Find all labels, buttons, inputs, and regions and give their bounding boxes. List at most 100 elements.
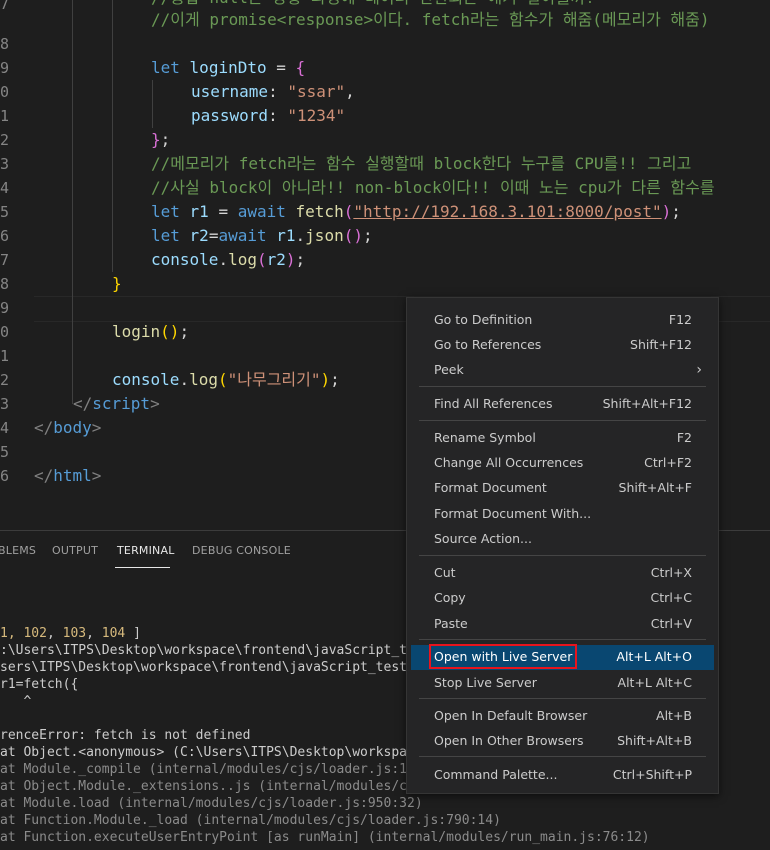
function-name: log: [228, 250, 257, 269]
menu-item-cut[interactable]: Cut Ctrl+X: [411, 561, 714, 586]
dot: .: [218, 250, 229, 269]
menu-item-label: Copy: [434, 590, 466, 605]
terminal-line: at Object.Module._extensions..js (intern…: [0, 779, 454, 794]
keyword: await: [218, 226, 267, 245]
tag-bracket: >: [91, 418, 102, 437]
terminal-line: at Object.<anonymous> (C:\Users\ITPS\Des…: [0, 745, 454, 760]
menu-item-label: Find All References: [434, 396, 553, 411]
semicolon: ;: [295, 250, 306, 269]
semicolon: ;: [330, 370, 340, 389]
menu-item-stop-live-server[interactable]: Stop Live Server Alt+L Alt+C: [411, 671, 714, 696]
menu-item-open-in-other-browsers[interactable]: Open In Other Browsers Shift+Alt+B: [411, 729, 714, 754]
line-number: 6: [0, 467, 9, 485]
paren: (: [256, 250, 267, 269]
semicolon: ;: [179, 322, 190, 341]
menu-item-command-palette[interactable]: Command Palette... Ctrl+Shift+P: [411, 763, 714, 788]
menu-item-label: Cut: [434, 565, 456, 580]
menu-item-label: Go to Definition: [434, 312, 533, 327]
tag-bracket: </: [73, 394, 93, 413]
variable: console: [151, 250, 219, 269]
menu-item-shortcut: Ctrl+C: [650, 590, 692, 605]
tab-output[interactable]: OUTPUT: [52, 544, 98, 557]
line-number-gutter: 7 8 9 0 1 2 3 4 5 6 7 8 9 0 1 2 3 4 5 6: [0, 0, 10, 530]
line-number: 2: [0, 371, 9, 389]
terminal-number: 104: [101, 626, 126, 641]
terminal-text: ,: [86, 626, 102, 641]
menu-item-copy[interactable]: Copy Ctrl+C: [411, 586, 714, 611]
menu-item-label: Paste: [434, 616, 468, 631]
line-number: 0: [0, 323, 9, 341]
terminal-number: 102: [23, 626, 47, 641]
terminal-line: at Module.load (internal/modules/cjs/loa…: [0, 796, 423, 811]
menu-item-format-document[interactable]: Format Document Shift+Alt+F: [411, 476, 714, 501]
menu-item-change-all-occurrences[interactable]: Change All Occurrences Ctrl+F2: [411, 451, 714, 476]
function-name: json: [305, 226, 344, 245]
terminal-line: :\Users\ITPS\Desktop\workspace\frontend\…: [0, 643, 462, 658]
semicolon: ;: [160, 130, 171, 149]
code-line: }: [112, 272, 122, 296]
terminal-line: at Module._compile (internal/modules/cjs…: [0, 762, 454, 777]
menu-item-format-document-with[interactable]: Format Document With...: [411, 502, 714, 527]
code-line: </body>: [34, 416, 101, 440]
menu-separator: [419, 698, 706, 699]
terminal-line: at Function.executeUserEntryPoint [as ru…: [0, 830, 650, 845]
dot: .: [295, 226, 306, 245]
menu-item-label: Rename Symbol: [434, 430, 536, 445]
tab-problems[interactable]: BLEMS: [0, 544, 36, 557]
paren: (): [160, 322, 180, 341]
menu-item-shortcut: Ctrl+X: [650, 565, 692, 580]
tab-debug-console[interactable]: DEBUG CONSOLE: [192, 544, 291, 557]
menu-separator: [419, 555, 706, 556]
line-number: 7: [0, 251, 9, 269]
line-number: 5: [0, 443, 9, 461]
menu-item-open-with-live-server[interactable]: Open with Live Server Alt+L Alt+O: [411, 644, 714, 670]
menu-item-go-to-references[interactable]: Go to References Shift+F12: [411, 333, 714, 358]
line-number: 9: [0, 299, 9, 317]
line-number: 8: [0, 35, 9, 53]
colon: :: [268, 106, 288, 125]
menu-item-label: Change All Occurrences: [434, 455, 584, 470]
menu-item-go-to-definition[interactable]: Go to Definition F12: [411, 308, 714, 333]
menu-item-label: Open In Other Browsers: [434, 733, 584, 748]
indent-guide: [152, 80, 153, 128]
tag-name: html: [53, 466, 92, 485]
indent-guide: [112, 0, 113, 272]
tab-terminal[interactable]: TERMINAL: [117, 544, 175, 557]
line-number: 2: [0, 131, 9, 149]
terminal-line: 1, 102, 103, 104 ]: [0, 625, 141, 642]
menu-item-source-action[interactable]: Source Action...: [411, 527, 714, 552]
variable: r2: [189, 226, 209, 245]
url-string[interactable]: "http://192.168.3.101:8000/post": [353, 202, 661, 221]
terminal-text: ]: [125, 626, 141, 641]
line-number: 4: [0, 419, 9, 437]
menu-item-shortcut: F12: [668, 312, 692, 327]
menu-item-peek[interactable]: Peek ›: [411, 358, 714, 383]
menu-item-paste[interactable]: Paste Ctrl+V: [411, 612, 714, 637]
code-line: username: "ssar",: [191, 80, 355, 104]
code-comment: //메모리가 fetch라는 함수 실행할때 block한다 누구를 CPU를!…: [151, 154, 692, 173]
active-tab-indicator: [115, 567, 170, 568]
colon: :: [268, 82, 288, 101]
menu-separator: [419, 756, 706, 757]
variable: r1: [189, 202, 209, 221]
menu-item-open-in-default-browser[interactable]: Open In Default Browser Alt+B: [411, 704, 714, 729]
menu-item-shortcut: Alt+B: [656, 708, 692, 723]
string-value: "1234": [287, 106, 346, 125]
menu-item-shortcut: Shift+F12: [630, 337, 692, 352]
brace: }: [112, 274, 122, 293]
menu-item-shortcut: Ctrl+Shift+P: [612, 767, 692, 782]
menu-item-rename-symbol[interactable]: Rename Symbol F2: [411, 426, 714, 451]
function-name: login: [112, 322, 161, 341]
menu-item-label: Open In Default Browser: [434, 708, 588, 723]
code-line: password: "1234": [191, 104, 345, 128]
paren: ): [320, 370, 331, 389]
line-number: 7: [0, 0, 9, 13]
terminal-text: ,: [46, 626, 63, 641]
function-name: fetch: [295, 202, 344, 221]
tag-bracket: </: [34, 418, 54, 437]
line-number: 9: [0, 59, 9, 77]
menu-item-find-all-references[interactable]: Find All References Shift+Alt+F12: [411, 392, 714, 417]
tag-bracket: >: [150, 394, 160, 413]
property-key: password: [191, 106, 269, 125]
code-comment: //사실 block이 아니라!! non-block이다!! 이때 노는 cp…: [151, 178, 715, 197]
